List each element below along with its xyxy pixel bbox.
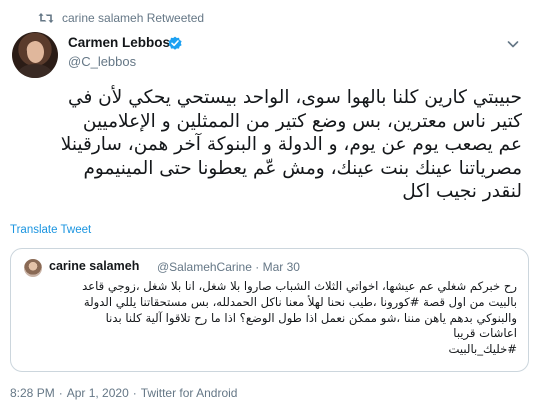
quoted-tweet[interactable]: carine salameh @SalamehCarine · Mar 30 ر… <box>10 248 529 372</box>
author-handle[interactable]: @C_lebbos <box>68 54 136 69</box>
footer-separator: · <box>58 386 63 400</box>
tweet-text-line: حبيبتي كارين كلنا بالهوا سوى، الواحد بيس… <box>68 87 522 108</box>
quoted-meta: @SalamehCarine · Mar 30 <box>157 260 300 274</box>
tweet-text-line: عم يصعب يوم عن يوم، و الدولة و البنوكة آ… <box>60 134 522 155</box>
quoted-separator: · <box>255 260 260 274</box>
chevron-down-icon[interactable] <box>506 36 520 50</box>
quoted-text-line: بالبيت من اول قصة #كورونا ،طيب نحنا لهلأ… <box>83 294 517 309</box>
author-name[interactable]: Carmen Lebbos <box>68 35 170 50</box>
quoted-author-handle[interactable]: @SalamehCarine <box>157 260 252 274</box>
quoted-author-name[interactable]: carine salameh <box>49 259 139 273</box>
tweet-date[interactable]: Apr 1, 2020 <box>67 386 129 400</box>
retweet-icon <box>38 12 54 24</box>
quoted-text: رح خبركم شغلي عم عيشها، اخواتي الثلاث ال… <box>17 279 517 358</box>
tweet-text-line: كتير ناس معترين، بس وضع كتير من الممثلين… <box>82 110 522 132</box>
retweet-context[interactable]: carine salameh Retweeted <box>38 9 204 27</box>
quoted-hashtag[interactable]: #خليك_بالبيت <box>17 342 517 358</box>
tweet-time[interactable]: 8:28 PM <box>10 386 55 400</box>
quoted-text-line: رح خبركم شغلي عم عيشها، اخواتي الثلاث ال… <box>82 279 517 293</box>
tweet-text: حبيبتي كارين كلنا بالهوا سوى، الواحد بيس… <box>10 86 522 204</box>
tweet-text-line: مصرياتنا عينك بنت عينك، ومش عّم يعطونا ح… <box>83 157 522 179</box>
footer-separator: · <box>132 386 137 400</box>
quoted-date[interactable]: Mar 30 <box>263 260 300 274</box>
author-avatar[interactable] <box>12 32 58 78</box>
tweet-source[interactable]: Twitter for Android <box>141 386 238 400</box>
retweet-text: carine salameh Retweeted <box>62 11 205 25</box>
quoted-text-line: والبنوكي بدهم ياهن مننا ،شو ممكن نعمل اذ… <box>105 310 517 325</box>
tweet-footer: 8:28 PM · Apr 1, 2020 · Twitter for Android <box>10 386 237 400</box>
translate-tweet-link[interactable]: Translate Tweet <box>10 224 91 236</box>
quoted-author-avatar[interactable] <box>24 259 42 277</box>
tweet-text-line: لنقدر نجيب اكل <box>402 181 522 202</box>
quoted-text-line: اعاشات قريبا <box>453 326 517 341</box>
verified-badge-icon <box>167 35 183 51</box>
